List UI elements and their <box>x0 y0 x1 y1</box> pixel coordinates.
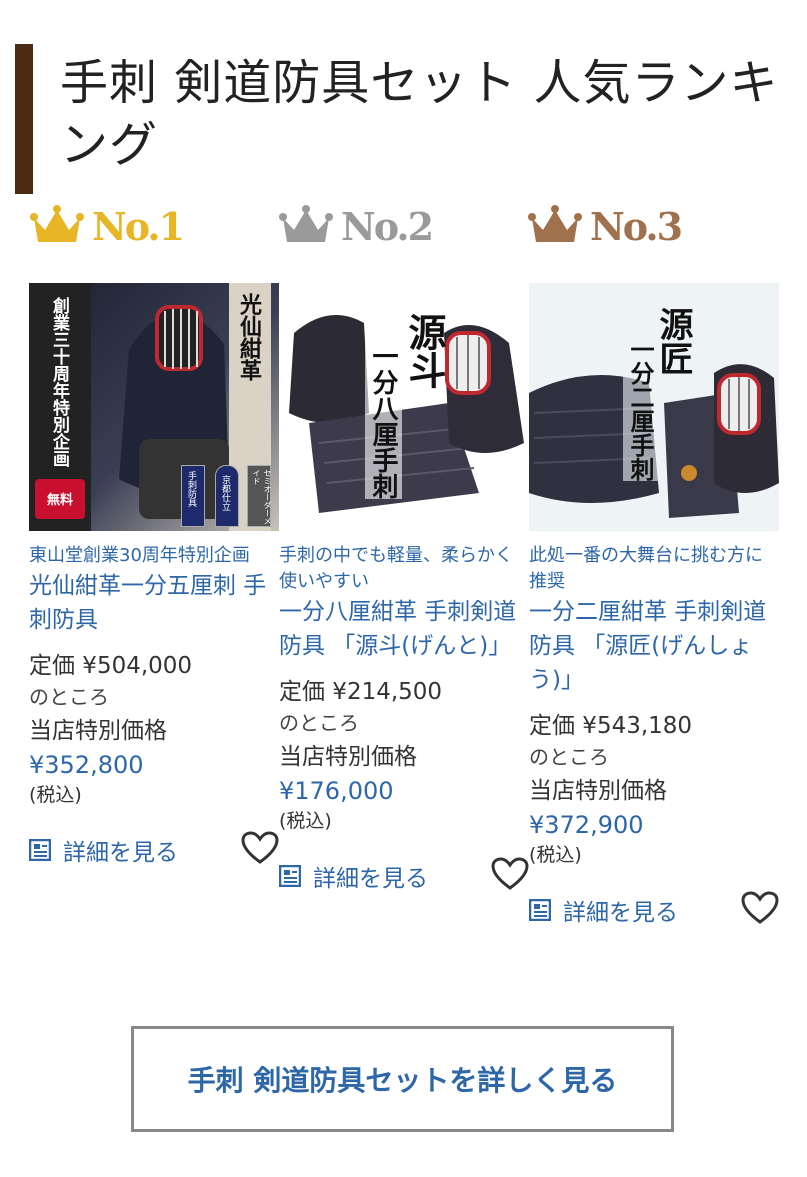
image-caption: 手刺防具 <box>186 471 196 507</box>
heart-icon <box>491 857 529 890</box>
image-caption: セミオーダーメイド <box>252 469 272 525</box>
product-catchcopy[interactable]: 東山堂創業30周年特別企画 <box>29 543 279 569</box>
card-actions: 詳細を見る <box>29 831 279 869</box>
tax-note: (税込) <box>529 844 582 866</box>
image-caption: 創業三十周年特別企画 <box>49 297 69 467</box>
product-name-link[interactable]: 光仙紺革一分五厘刺 手刺防具 <box>29 569 279 637</box>
list-price-suffix: のところ <box>529 745 609 769</box>
product-image[interactable]: 源匠 一分二厘手刺 <box>529 283 779 531</box>
image-caption: 光仙紺革 <box>236 293 262 381</box>
heading-accent-bar <box>15 44 33 194</box>
product-name-link[interactable]: 一分八厘紺革 手刺剣道防具 「源斗(げんと)」 <box>279 595 529 663</box>
favorite-button[interactable] <box>741 891 779 929</box>
image-caption: 源斗 <box>402 313 447 389</box>
product-card-2: 源斗 一分八厘手刺 手刺の中でも軽量、柔らかく使いやすい 一分八厘紺革 手刺剣道… <box>279 283 529 895</box>
detail-button[interactable]: 詳細を見る <box>279 859 428 893</box>
card-actions: 詳細を見る <box>529 891 779 929</box>
tax-note: (税込) <box>29 784 82 806</box>
rank-label: No.3 <box>590 203 683 249</box>
list-price-suffix: のところ <box>279 711 359 735</box>
sale-price: ¥176,000 <box>279 777 394 805</box>
heart-icon <box>241 831 279 864</box>
rank-label: No.2 <box>341 203 434 249</box>
product-catchcopy[interactable]: 手刺の中でも軽量、柔らかく使いやすい <box>279 543 529 595</box>
detail-button[interactable]: 詳細を見る <box>29 833 178 867</box>
view-more-button[interactable]: 手刺 剣道防具セットを詳しく見る <box>131 1026 674 1132</box>
document-icon <box>529 899 551 921</box>
detail-button-label: 詳細を見る <box>563 900 678 926</box>
bronze-crown-icon <box>528 205 582 242</box>
detail-button[interactable]: 詳細を見る <box>529 893 678 927</box>
list-price: 定価 ¥543,180 <box>529 713 693 739</box>
product-image[interactable]: 創業三十周年特別企画 無料 光仙紺革 手刺防具 京都仕立 セミオーダーメイド <box>29 283 279 531</box>
sale-price: ¥352,800 <box>29 751 144 779</box>
image-caption: 一分八厘手刺 <box>365 343 402 499</box>
silver-crown-icon <box>279 205 333 242</box>
detail-button-label: 詳細を見る <box>63 840 178 866</box>
special-price-label: 当店特別価格 <box>529 778 667 804</box>
favorite-button[interactable] <box>241 831 279 869</box>
product-card-1: 創業三十周年特別企画 無料 光仙紺革 手刺防具 京都仕立 セミオーダーメイド 東… <box>29 283 279 869</box>
gold-crown-icon <box>30 205 84 242</box>
tax-note: (税込) <box>279 810 332 832</box>
card-actions: 詳細を見る <box>279 857 529 895</box>
special-price-label: 当店特別価格 <box>29 718 167 744</box>
sale-price: ¥372,900 <box>529 811 644 839</box>
heart-icon <box>741 891 779 924</box>
product-image[interactable]: 源斗 一分八厘手刺 <box>279 283 529 531</box>
special-price-label: 当店特別価格 <box>279 744 417 770</box>
image-caption: 京都仕立 <box>220 475 230 511</box>
page-title: 手刺 剣道防具セット 人気ランキング <box>60 55 779 173</box>
list-price: 定価 ¥214,500 <box>279 679 443 705</box>
document-icon <box>279 865 301 887</box>
product-catchcopy[interactable]: 此処一番の大舞台に挑む方に推奨 <box>529 543 779 595</box>
image-badge-free: 無料 <box>46 493 73 508</box>
product-name-link[interactable]: 一分二厘紺革 手刺剣道防具 「源匠(げんしょう)」 <box>529 595 779 697</box>
rank-1-badge: No.1 <box>30 198 185 254</box>
image-caption: 一分二厘手刺 <box>623 337 658 481</box>
favorite-button[interactable] <box>491 857 529 895</box>
product-card-3: 源匠 一分二厘手刺 此処一番の大舞台に挑む方に推奨 一分二厘紺革 手刺剣道防具 … <box>529 283 779 929</box>
rank-3-badge: No.3 <box>528 198 683 254</box>
rank-label: No.1 <box>92 203 185 249</box>
rank-2-badge: No.2 <box>279 198 434 254</box>
list-price-suffix: のところ <box>29 685 109 709</box>
list-price: 定価 ¥504,000 <box>29 653 193 679</box>
document-icon <box>29 839 51 861</box>
detail-button-label: 詳細を見る <box>313 866 428 892</box>
